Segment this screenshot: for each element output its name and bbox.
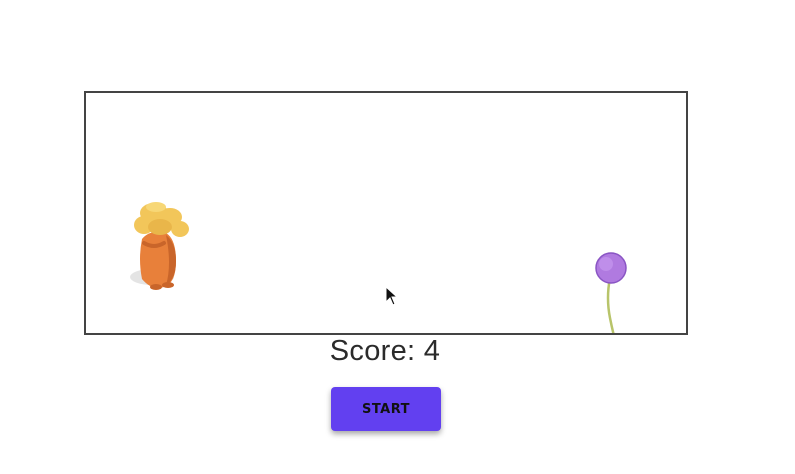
start-button[interactable]: START: [331, 387, 441, 431]
truffula-flower-icon: [595, 252, 627, 333]
score-label: Score:: [329, 335, 416, 367]
game-canvas[interactable]: [84, 91, 688, 335]
score-value: 4: [423, 335, 441, 367]
lorax-character-icon: [130, 202, 189, 290]
score-display: Score: 4: [0, 335, 770, 368]
game-page: Score: 4 START: [0, 0, 795, 474]
mouse-cursor-icon: [385, 286, 399, 306]
